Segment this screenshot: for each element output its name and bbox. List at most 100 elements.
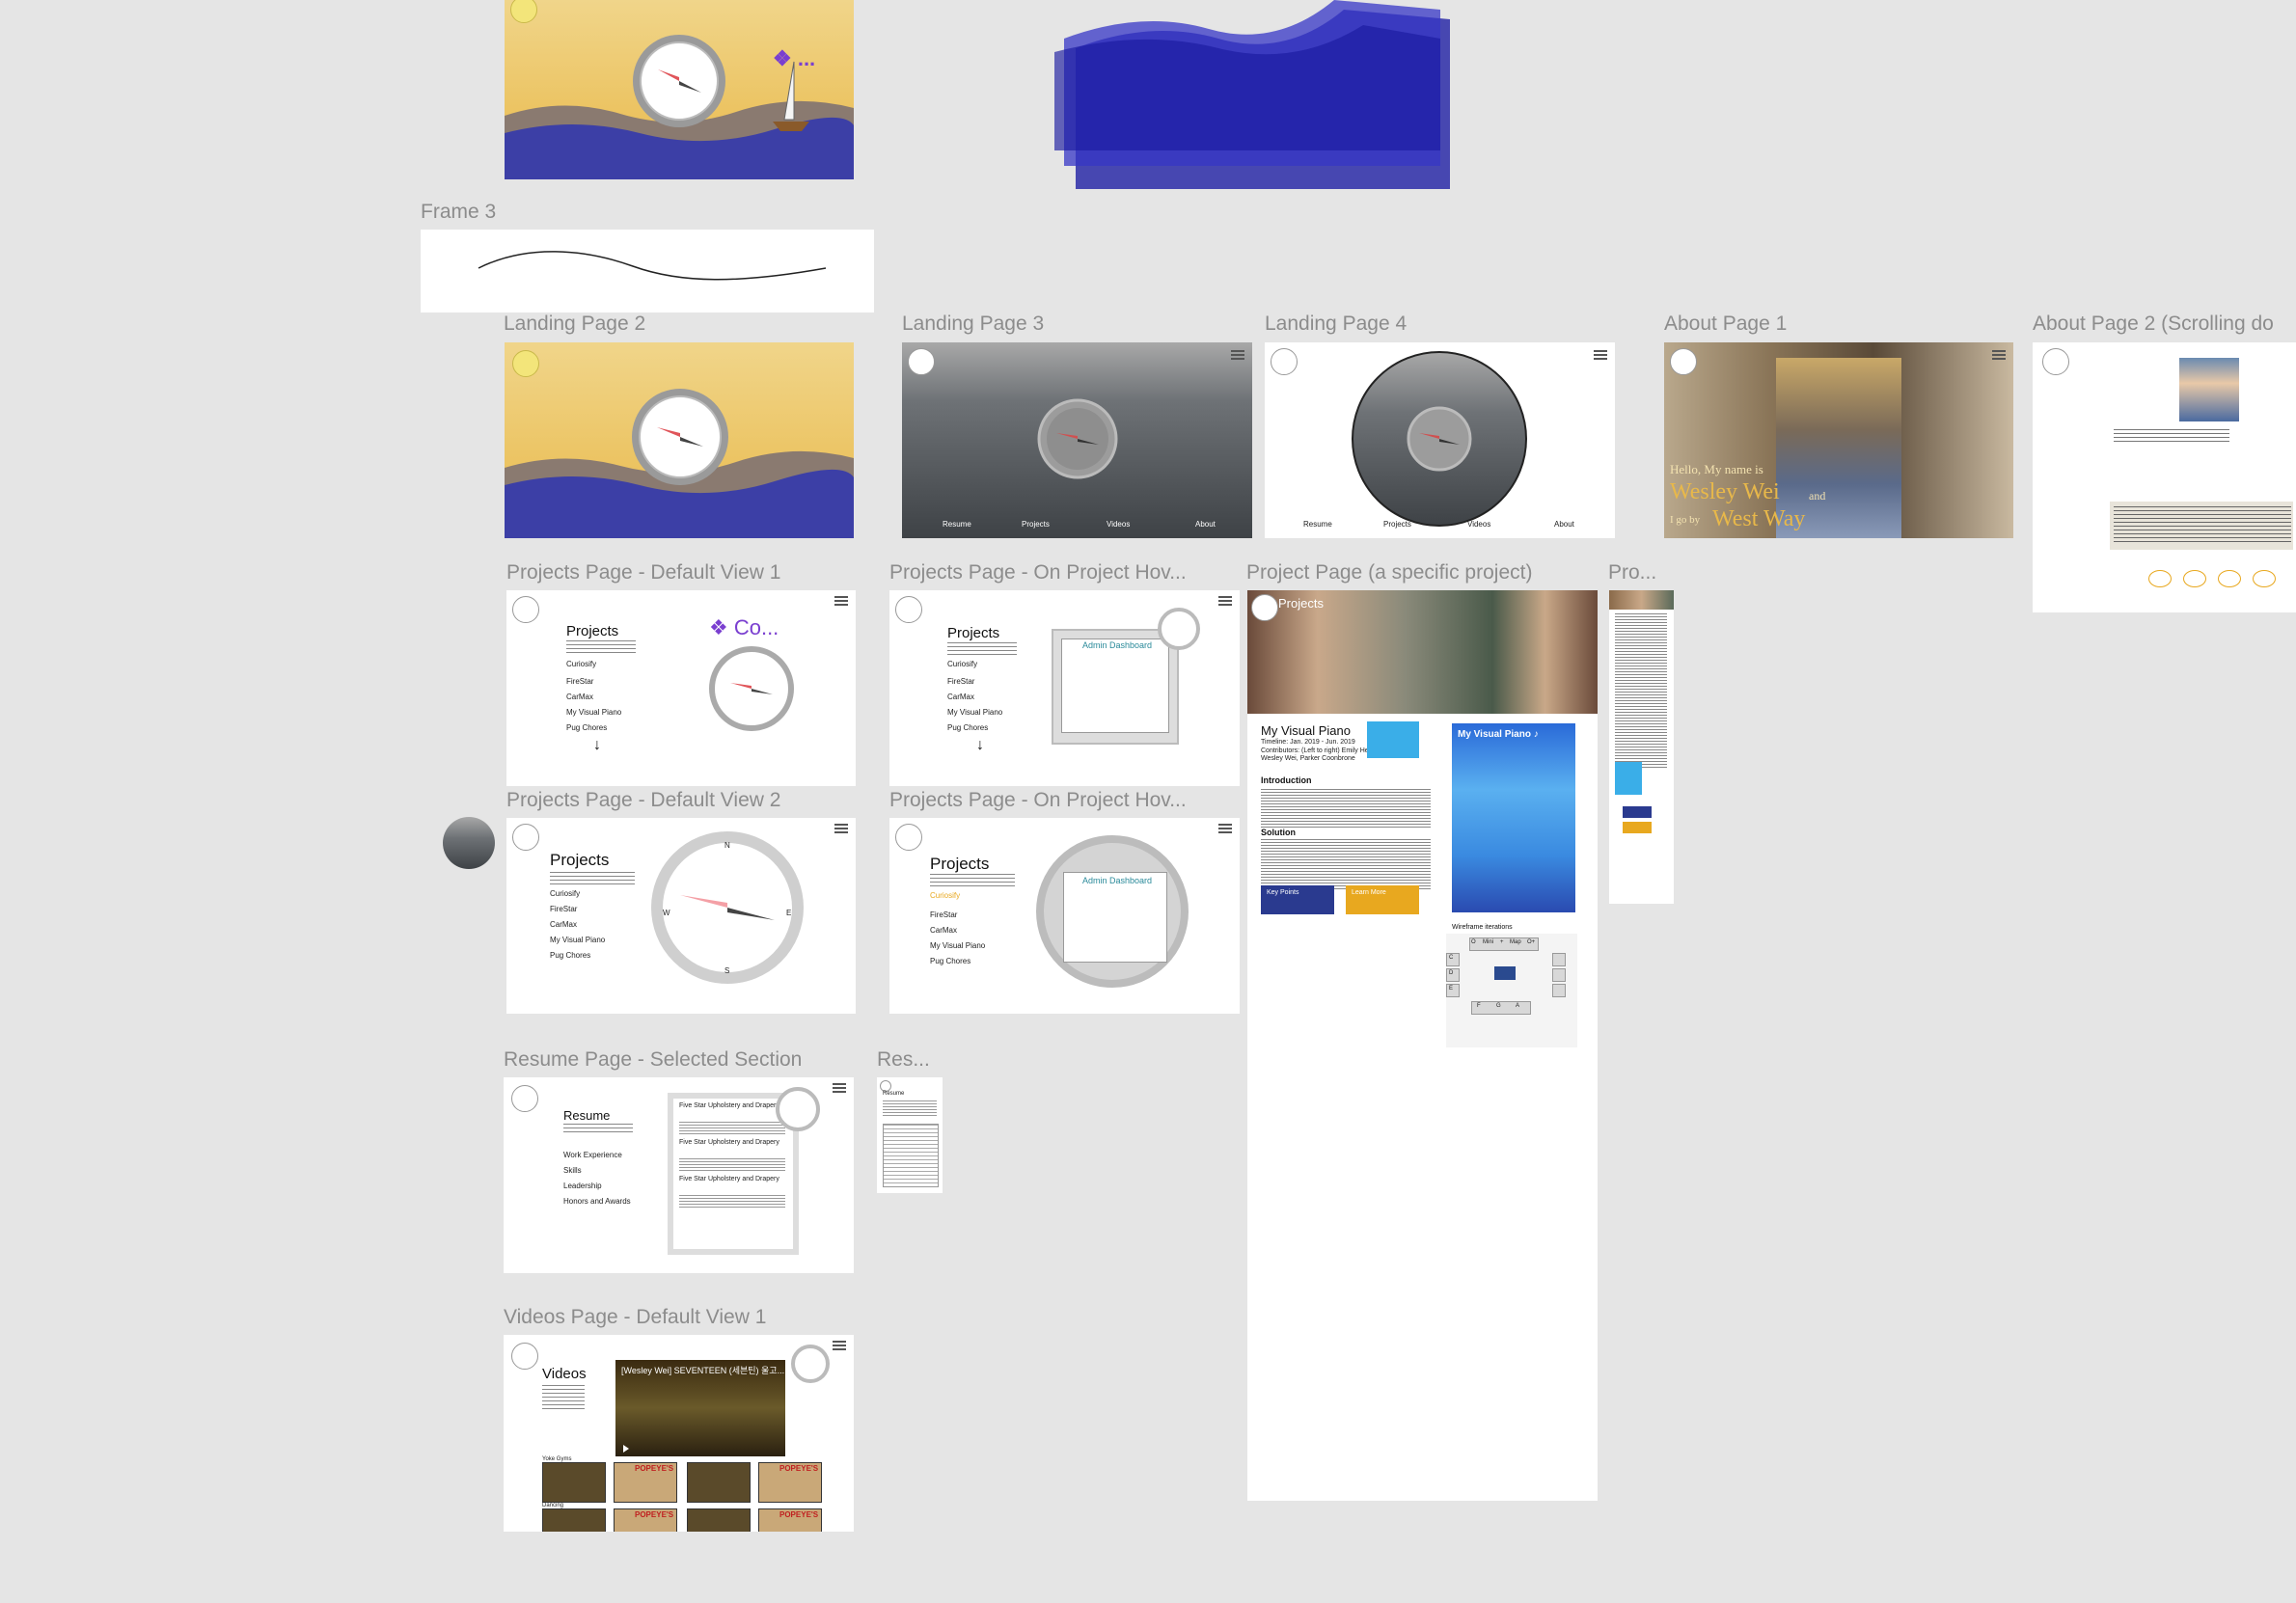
social-icon[interactable] — [2218, 570, 2241, 587]
menu-icon[interactable] — [834, 824, 848, 826]
project-item[interactable]: CarMax — [947, 693, 974, 701]
nav-resume[interactable]: Resume — [943, 520, 971, 529]
project-item[interactable]: Curiosify — [566, 660, 596, 668]
project-item[interactable]: My Visual Piano — [930, 941, 985, 950]
frame-label-videos-default1: Videos Page - Default View 1 — [504, 1306, 767, 1328]
resume-entry-text — [679, 1158, 785, 1172]
landing-page-4-frame[interactable]: Resume Projects Videos About — [1265, 342, 1615, 538]
resume-section[interactable]: Honors and Awards — [563, 1197, 631, 1206]
resume-selected-frame[interactable]: Resume Work Experience Skills Leadership… — [504, 1077, 854, 1273]
landing-page-1-frame[interactable]: ❖ ... — [505, 0, 854, 179]
projects-default-1-frame[interactable]: Projects Curiosify FireStar CarMax My Vi… — [506, 590, 856, 786]
frame-3[interactable] — [421, 230, 874, 312]
project-specific-frame[interactable]: Projects My Visual Piano Timeline: Jan. … — [1247, 590, 1598, 1501]
project-item[interactable]: My Visual Piano — [566, 708, 621, 717]
menu-icon[interactable] — [1231, 350, 1244, 352]
play-icon[interactable] — [623, 1445, 629, 1453]
resume-section[interactable]: Skills — [563, 1166, 582, 1175]
about-page-1-frame[interactable]: Hello, My name is Wesley Wei and I go by… — [1664, 342, 2013, 538]
nav-about[interactable]: About — [1195, 520, 1216, 529]
logo[interactable] — [2042, 348, 2069, 375]
squiggle-line — [478, 251, 827, 281]
project-item[interactable]: Curiosify — [550, 889, 580, 898]
logo[interactable] — [1251, 594, 1278, 621]
mobile-photo — [1609, 590, 1674, 610]
landing-scene — [505, 0, 854, 179]
project-item[interactable]: FireStar — [566, 677, 593, 686]
scroll-arrow-icon[interactable]: ↓ — [593, 737, 601, 754]
mobile-key-points[interactable] — [1623, 806, 1652, 818]
nav-videos[interactable]: Videos — [1467, 520, 1490, 529]
resume-section[interactable]: Leadership — [563, 1182, 602, 1190]
project-preview-card[interactable]: Admin Dashboard — [1052, 629, 1179, 745]
projects-default-2-frame[interactable]: Projects Curiosify FireStar CarMax My Vi… — [506, 818, 856, 1014]
projects-hover-2-frame[interactable]: Projects Curiosify FireStar CarMax My Vi… — [889, 818, 1240, 1014]
wave-shape[interactable] — [1054, 0, 1450, 193]
project-item[interactable]: My Visual Piano — [947, 708, 1002, 717]
project-item[interactable]: FireStar — [930, 910, 957, 919]
project-item[interactable]: FireStar — [947, 677, 974, 686]
project-item[interactable]: CarMax — [550, 920, 577, 929]
video-thumbnail[interactable] — [542, 1462, 606, 1503]
project-item[interactable]: CarMax — [930, 926, 957, 935]
frame-label-res-trunc: Res... — [877, 1048, 930, 1071]
menu-icon[interactable] — [834, 596, 848, 598]
social-icon[interactable] — [2148, 570, 2172, 587]
menu-icon[interactable] — [833, 1341, 846, 1343]
logo[interactable] — [895, 596, 922, 623]
projects-heading: Projects — [947, 625, 1000, 641]
landing-page-2-frame[interactable] — [505, 342, 854, 538]
menu-icon[interactable] — [1992, 350, 2006, 352]
wire-cell — [1552, 984, 1566, 997]
resume-section[interactable]: Work Experience — [563, 1151, 622, 1159]
nav-projects[interactable]: Projects — [1383, 520, 1411, 529]
about-page-2-frame[interactable] — [2033, 342, 2296, 612]
project-item[interactable]: My Visual Piano — [550, 936, 605, 944]
nav-videos[interactable]: Videos — [1107, 520, 1130, 529]
logo[interactable] — [511, 1085, 538, 1112]
nav-projects[interactable]: Projects — [1022, 520, 1050, 529]
logo[interactable] — [895, 824, 922, 851]
solution-text — [1261, 839, 1431, 891]
landing-page-3-frame[interactable]: Resume Projects Videos About — [902, 342, 1252, 538]
video-thumbnail[interactable] — [687, 1462, 751, 1503]
menu-icon[interactable] — [1594, 350, 1607, 352]
logo[interactable] — [1271, 348, 1298, 375]
logo[interactable] — [512, 824, 539, 851]
logo[interactable] — [512, 350, 539, 377]
about-social-icons[interactable] — [2148, 570, 2293, 587]
projects-hover-1-frame[interactable]: Projects Curiosify FireStar CarMax My Vi… — [889, 590, 1240, 786]
project-item[interactable]: FireStar — [550, 905, 577, 913]
social-icon[interactable] — [2183, 570, 2206, 587]
logo[interactable] — [512, 596, 539, 623]
menu-icon[interactable] — [1218, 596, 1232, 598]
logo[interactable] — [511, 1343, 538, 1370]
project-mobile-frame[interactable] — [1609, 590, 1674, 904]
resume-mobile-frame[interactable]: Resume — [877, 1077, 943, 1193]
project-item-active[interactable]: Curiosify — [930, 891, 960, 900]
logo[interactable] — [1670, 348, 1697, 375]
about-text-block — [2114, 429, 2229, 445]
compass-e: E — [786, 909, 792, 917]
logo[interactable] — [908, 348, 935, 375]
video-thumbnail[interactable] — [542, 1508, 606, 1532]
nav-about[interactable]: About — [1554, 520, 1574, 529]
project-item[interactable]: CarMax — [566, 693, 593, 701]
social-icon[interactable] — [2253, 570, 2276, 587]
video-thumbnail[interactable] — [687, 1508, 751, 1532]
menu-icon[interactable] — [1218, 824, 1232, 826]
project-item[interactable]: Pug Chores — [930, 957, 970, 965]
scroll-arrow-icon[interactable]: ↓ — [976, 737, 984, 754]
ocean-circle-thumbnail[interactable] — [443, 817, 495, 869]
mobile-learn-more[interactable] — [1623, 822, 1652, 833]
project-item[interactable]: Pug Chores — [947, 723, 988, 732]
project-item[interactable]: Pug Chores — [550, 951, 590, 960]
videos-default-1-frame[interactable]: Videos [Wesley Wei] SEVENTEEN (세븐틴) 울고..… — [504, 1335, 854, 1532]
nav-resume[interactable]: Resume — [1303, 520, 1332, 529]
menu-icon[interactable] — [833, 1083, 846, 1085]
frame-label-landing2: Landing Page 2 — [504, 312, 646, 335]
video-player[interactable]: [Wesley Wei] SEVENTEEN (세븐틴) 울고... — [615, 1360, 785, 1456]
resume-entry-text — [679, 1122, 785, 1135]
project-item[interactable]: Pug Chores — [566, 723, 607, 732]
project-item[interactable]: Curiosify — [947, 660, 977, 668]
